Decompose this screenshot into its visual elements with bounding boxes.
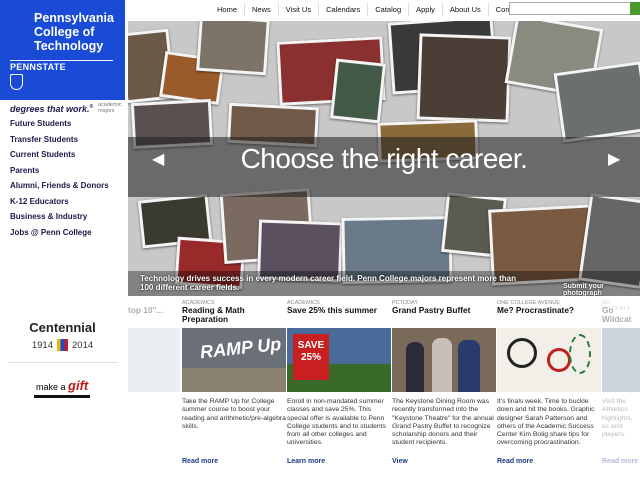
tile-view-link[interactable]: View [392,458,408,465]
centennial-start-year: 1914 [31,339,53,351]
gift-underline [34,395,90,398]
submit-photograph-link[interactable]: Submit your photograph [563,283,640,296]
hero-photo [416,33,512,123]
sidebar-item-parents[interactable]: Parents [10,166,109,183]
tagline-text: degrees that work. [10,104,90,114]
nav-about-us[interactable]: About Us [443,3,489,16]
tile-text: Take the RAMP Up for College summer cour… [182,398,286,430]
sidebar-item-jobs[interactable]: Jobs @ Penn College [10,228,109,245]
top-nav: Home News Visit Us Calendars Catalog App… [210,3,540,16]
feature-tile-partial-right[interactable]: GO WILDCATS Go Wildcat Visit the Athleti… [602,300,640,470]
nav-news[interactable]: News [245,3,279,16]
feature-tile-save[interactable]: ACADEMICS Save 25% this summer SAVE 25% … [287,300,391,470]
hero-title: Choose the right career. [240,143,528,174]
sidebar-item-current-students[interactable]: Current Students [10,151,109,167]
logo-rule [10,60,113,61]
academic-majors-link[interactable]: academic majors [98,102,124,114]
gift-word: gift [68,378,89,393]
tile-image [602,328,640,392]
hero-photo [330,58,386,124]
tile-read-more-link[interactable]: Read more [602,458,638,465]
tile-read-more-link[interactable]: Read more [497,458,533,465]
search-input[interactable] [509,2,631,15]
tile-text [128,398,180,456]
centennial-mark-icon [57,339,68,351]
tile-image: SAVE 25% [287,328,391,392]
hero-caption: Technology drives success in every moder… [140,274,516,292]
sidebar-divider [8,362,118,363]
save-25-art-text: SAVE 25% [293,334,329,380]
college-logo[interactable]: Pennsylvania College of Technology PENNS… [0,0,125,100]
sidebar-item-alumni[interactable]: Alumni, Friends & Donors [10,182,109,198]
feature-tile-procrastinate[interactable]: ONE COLLEGE AVENUE Me? Procrastinate? It… [497,300,601,470]
gift-pre-text: make a [36,382,66,392]
pennstate-shield-icon [10,74,23,90]
nav-catalog[interactable]: Catalog [368,3,410,16]
sidebar-item-transfer-students[interactable]: Transfer Students [10,135,109,152]
nav-home[interactable]: Home [210,3,246,16]
make-a-gift-link[interactable]: make a gift [36,378,88,393]
centennial-end-year: 2014 [72,339,94,351]
tile-title: top 10"... [128,305,164,315]
tile-read-more-link[interactable]: Read more [182,458,218,465]
tile-image [497,328,601,392]
tile-text: It's finals week. Time to buckle down an… [497,398,595,447]
carousel-prev-icon[interactable]: ◀ [152,149,164,169]
sidebar-item-future-students[interactable]: Future Students [10,120,109,136]
tile-title: Grand Pastry Buffet [392,305,471,315]
hero-carousel[interactable]: Choose the right career. ◀ ▶ Technology … [128,21,640,296]
ramp-up-art-text: RAMP Up [199,333,283,363]
tile-learn-more-link[interactable]: Learn more [287,458,325,465]
feature-tile-partial[interactable]: top 10"... [128,300,180,470]
tile-title: Me? Procrastinate? [497,305,574,315]
sidebar-item-business[interactable]: Business & Industry [10,213,109,229]
tile-image [128,328,180,392]
carousel-next-icon[interactable]: ▶ [608,149,620,169]
tagline[interactable]: degrees that work.® [10,104,93,114]
logo-pennstate: PENNSTATE [10,62,66,72]
hero-photo [196,21,270,76]
sidebar-item-k12[interactable]: K-12 Educators [10,197,109,214]
tile-title: Save 25% this summer [287,305,377,315]
tile-image: RAMP Up [182,328,286,392]
tile-text: The Keystone Dining Room was recently tr… [392,398,494,447]
centennial-badge[interactable]: Centennial 1914 2014 [0,320,125,351]
tile-text: Visit the Athletics highlights, sc and p… [602,398,633,439]
nav-calendars[interactable]: Calendars [319,3,369,16]
hero-photo [553,61,640,143]
tile-image [392,328,496,392]
logo-college-name: Pennsylvania College of Technology [34,11,114,53]
nav-apply[interactable]: Apply [409,3,443,16]
search-go-button[interactable] [630,2,640,15]
audience-nav: Future Students Transfer Students Curren… [10,120,109,244]
feature-tile-pastry[interactable]: PCTODAY Grand Pastry Buffet The Keystone… [392,300,496,470]
tile-text: Enroll in non-mandated summer classes an… [287,398,386,447]
nav-visit-us[interactable]: Visit Us [279,3,320,16]
tile-title: Reading & Math Preparation [182,305,245,324]
feature-tile-ramp[interactable]: ACADEMICS Reading & Math Preparation RAM… [182,300,286,470]
centennial-title: Centennial [29,320,96,335]
